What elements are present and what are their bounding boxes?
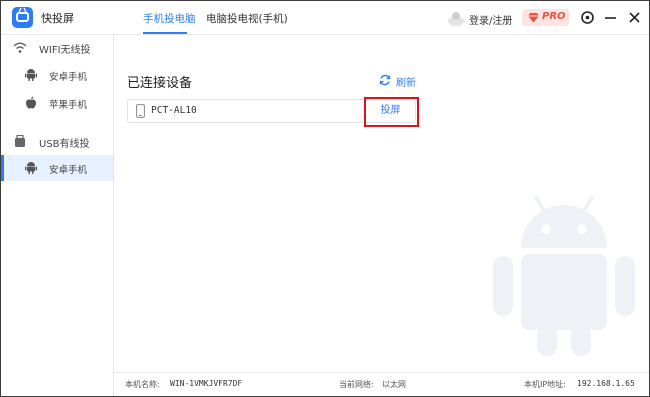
top-bar: 快投屏 手机投电脑 电脑投电视(手机) 登录/注册 PRO: [1, 1, 649, 35]
status-bar: 本机名称: WIN-1VMKJVFR7DF 当前网络: 以太网 本机IP地址: …: [114, 372, 649, 396]
settings-icon[interactable]: [580, 10, 595, 25]
connected-devices-title: 已连接设备: [127, 76, 193, 91]
device-name: PCT-AL10: [151, 105, 197, 116]
ip-label: 本机IP地址:: [524, 380, 566, 389]
active-tab-indicator: [143, 32, 187, 34]
sidebar-section-wifi: WIFI无线投: [1, 37, 113, 59]
apple-icon: [26, 96, 36, 109]
tab-pc-to-tv[interactable]: 电脑投电视(手机): [206, 11, 288, 26]
pro-badge[interactable]: PRO: [522, 9, 569, 26]
sidebar-item-label: 安卓手机: [49, 72, 88, 83]
pc-name-label: 本机名称:: [125, 380, 160, 389]
ip-value: 192.168.1.65: [577, 379, 635, 388]
diamond-icon: [528, 13, 539, 23]
pro-label: PRO: [542, 11, 566, 22]
sidebar-item-label: 苹果手机: [49, 100, 88, 111]
sidebar-section-label: USB有线投: [39, 139, 90, 150]
login-register-link[interactable]: 登录/注册: [469, 12, 512, 27]
wifi-icon: [13, 42, 27, 53]
refresh-icon: [379, 74, 391, 86]
app-window: 快投屏 手机投电脑 电脑投电视(手机) 登录/注册 PRO WIFI无线投 安卓…: [0, 0, 650, 397]
sidebar-section-label: WIFI无线投: [39, 45, 91, 56]
app-logo-icon: [12, 7, 33, 28]
android-icon: [25, 162, 37, 174]
active-item-indicator: [1, 155, 4, 181]
android-icon: [25, 69, 37, 81]
sidebar-item-wifi-apple[interactable]: 苹果手机: [1, 90, 113, 116]
phone-icon: [136, 104, 145, 118]
refresh-label: 刷新: [396, 78, 416, 89]
minimize-icon[interactable]: [604, 10, 617, 25]
user-avatar-icon[interactable]: [447, 10, 465, 26]
usb-icon: [15, 135, 25, 147]
close-icon[interactable]: [628, 10, 641, 25]
tab-phone-to-pc[interactable]: 手机投电脑: [143, 11, 196, 26]
sidebar: WIFI无线投 安卓手机 苹果手机 USB有线投 安卓手机: [1, 35, 114, 396]
sidebar-section-usb: USB有线投: [1, 131, 113, 153]
network-label: 当前网络:: [339, 380, 374, 389]
sidebar-item-wifi-android[interactable]: 安卓手机: [1, 62, 113, 88]
annotation-highlight-box: [364, 97, 419, 127]
sidebar-item-usb-android[interactable]: 安卓手机: [1, 155, 113, 181]
app-title: 快投屏: [41, 12, 74, 25]
network-value: 以太网: [382, 380, 406, 389]
android-watermark-icon: [493, 195, 635, 356]
sidebar-item-label: 安卓手机: [49, 165, 88, 176]
pc-name-value: WIN-1VMKJVFR7DF: [170, 379, 243, 388]
